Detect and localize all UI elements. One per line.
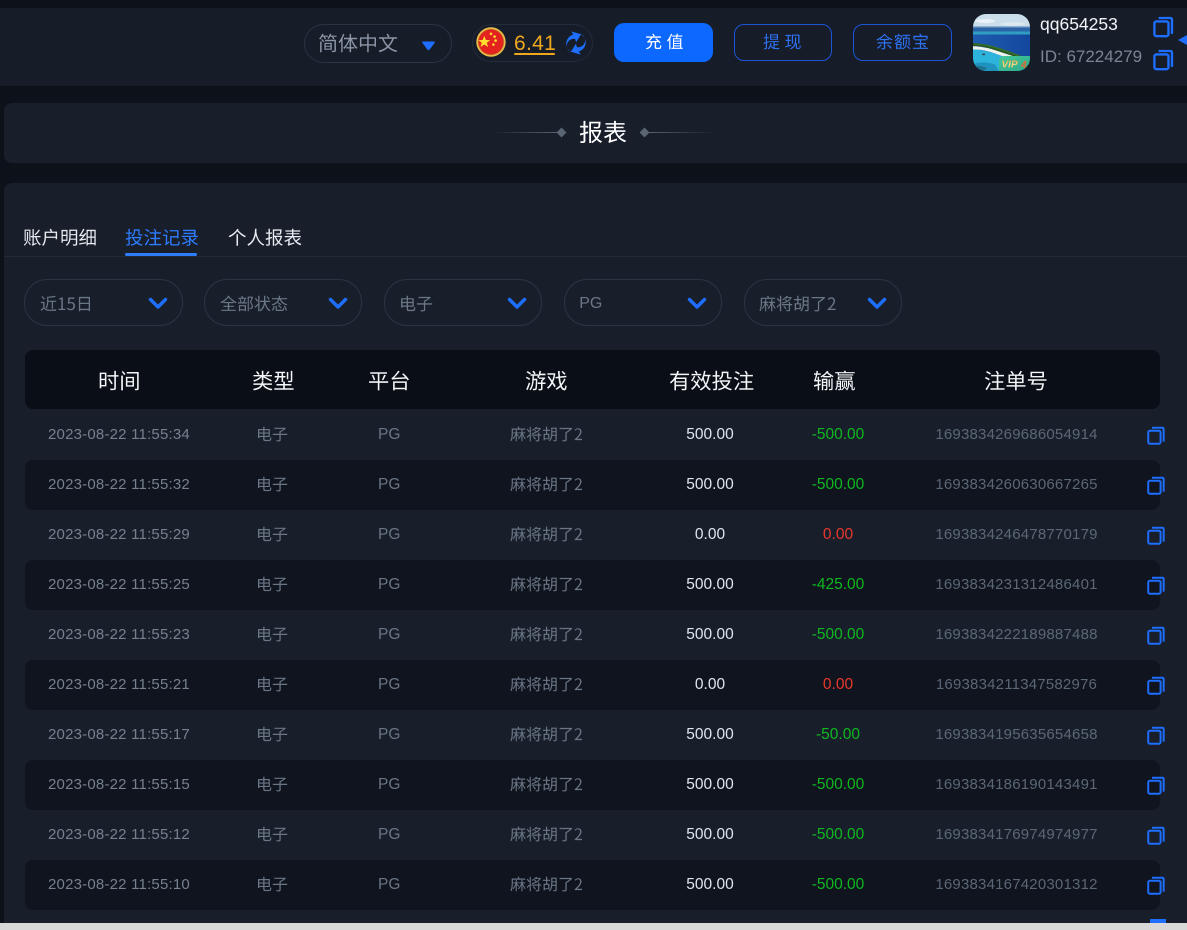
svg-text:VIP: VIP: [1002, 59, 1018, 70]
svg-text:4: 4: [1020, 60, 1027, 71]
